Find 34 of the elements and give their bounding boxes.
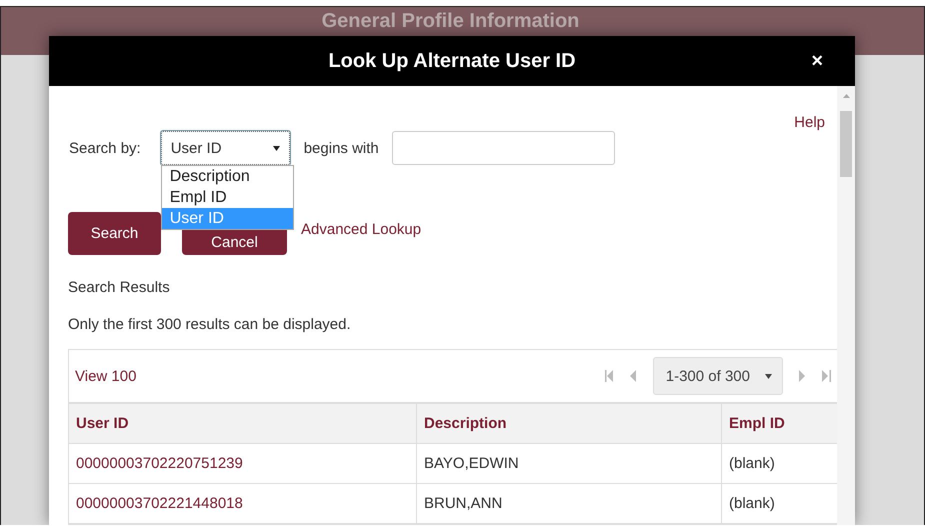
table-cell-text: (blank) (728, 454, 776, 474)
column-header[interactable]: User ID (69, 404, 417, 443)
column-header[interactable]: Description (417, 404, 722, 443)
caret-icon (272, 146, 280, 150)
search-by-label: Search by: (69, 140, 141, 156)
dropdown-option[interactable]: Description (162, 166, 293, 187)
results-heading: Search Results (68, 279, 171, 296)
table-cell: BAYO,EDWIN (417, 444, 722, 483)
table-cell: BRUN,ANN (417, 484, 722, 523)
scrollbar[interactable] (837, 86, 855, 525)
last-page-icon[interactable] (822, 370, 831, 382)
result-link[interactable]: 00000003702221448018 (69, 484, 417, 523)
page-range-dropdown[interactable]: 1-300 of 300 (652, 357, 783, 395)
view-all-link[interactable]: View 100 (75, 368, 136, 384)
operator-label: begins with (304, 140, 379, 156)
scroll-up-icon[interactable] (843, 94, 850, 98)
advanced-lookup-link[interactable]: Advanced Lookup (301, 220, 422, 238)
previous-page-icon[interactable] (630, 370, 637, 382)
results-note: Only the first 300 results can be displayed. (68, 316, 352, 333)
page-title: General Profile Information (322, 10, 580, 34)
caret-icon (765, 374, 772, 378)
dialog-title: Look Up Alternate User ID (328, 50, 576, 72)
close-button[interactable]: × (807, 50, 827, 72)
search-by-dropdown[interactable]: User ID (160, 131, 290, 165)
next-page-icon[interactable] (799, 370, 806, 382)
scroll-thumb[interactable] (840, 111, 852, 177)
search-field[interactable] (392, 131, 615, 165)
column-header[interactable]: Empl ID (722, 404, 837, 443)
dropdown-option[interactable]: Empl ID (162, 187, 293, 208)
result-link[interactable]: 00000003702220751239 (69, 444, 417, 483)
table-cell-text: (blank) (728, 494, 776, 514)
first-page-icon[interactable] (604, 370, 614, 382)
action-button[interactable]: Search (68, 212, 161, 255)
help-link[interactable]: Help (794, 114, 825, 136)
